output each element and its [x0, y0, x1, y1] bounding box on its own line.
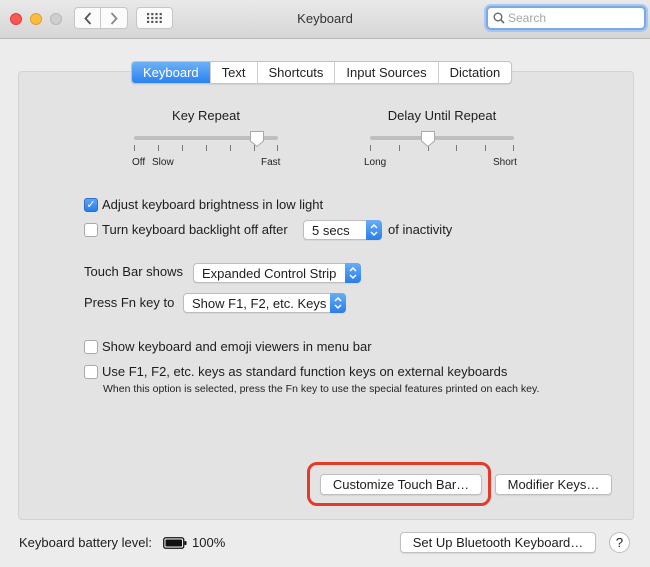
press-fn-label: Press Fn key to	[84, 295, 175, 310]
backlight-timeout-value: 5 secs	[312, 223, 350, 238]
inactivity-label: of inactivity	[388, 222, 453, 237]
zoom-window-button[interactable]	[50, 13, 62, 25]
grid-icon	[147, 13, 162, 23]
checkmark-icon: ✓	[86, 199, 96, 211]
key-repeat-fast-label: Fast	[261, 157, 281, 168]
stepper-arrows-icon	[366, 220, 382, 240]
fn-keys-note: When this option is selected, press the …	[103, 383, 540, 395]
touch-bar-shows-popup[interactable]: Expanded Control Strip	[193, 263, 361, 283]
key-repeat-slider[interactable]	[134, 130, 278, 160]
adjust-brightness-label: Adjust keyboard brightness in low light	[102, 197, 324, 212]
backlight-off-label: Turn keyboard backlight off after	[102, 222, 288, 237]
stepper-arrows-icon	[345, 263, 361, 283]
bluetooth-keyboard-button[interactable]: Set Up Bluetooth Keyboard…	[400, 532, 596, 553]
delay-long-label: Long	[364, 157, 387, 168]
chevron-left-icon	[83, 11, 91, 25]
customize-touch-bar-button[interactable]: Customize Touch Bar…	[320, 474, 482, 495]
key-repeat-off-label: Off	[132, 157, 146, 168]
title-bar: Keyboard	[0, 0, 650, 39]
fn-keys-checkbox[interactable]	[84, 365, 98, 379]
delay-until-repeat-title: Delay Until Repeat	[387, 108, 497, 123]
fn-keys-label: Use F1, F2, etc. keys as standard functi…	[102, 364, 508, 379]
forward-button[interactable]	[100, 7, 128, 29]
stepper-arrows-icon	[330, 293, 346, 313]
battery-level-label: Keyboard battery level:	[19, 535, 152, 550]
delay-until-repeat-track	[370, 136, 514, 140]
backlight-off-checkbox[interactable]	[84, 223, 98, 237]
minimize-window-button[interactable]	[30, 13, 42, 25]
battery-icon	[163, 537, 187, 552]
tab-dictation[interactable]: Dictation	[439, 62, 512, 83]
search-icon	[493, 12, 505, 24]
adjust-brightness-checkbox[interactable]: ✓	[84, 198, 98, 212]
press-fn-value: Show F1, F2, etc. Keys	[192, 296, 327, 311]
tab-shortcuts[interactable]: Shortcuts	[258, 62, 336, 83]
tab-input-sources[interactable]: Input Sources	[335, 62, 439, 83]
help-button[interactable]: ?	[609, 532, 630, 553]
touch-bar-shows-label: Touch Bar shows	[84, 264, 183, 279]
battery-percent: 100%	[192, 535, 226, 550]
key-repeat-thumb[interactable]	[249, 130, 265, 148]
delay-until-repeat-thumb[interactable]	[420, 130, 436, 148]
show-viewers-label: Show keyboard and emoji viewers in menu …	[102, 339, 372, 354]
search-input[interactable]	[508, 10, 638, 26]
press-fn-popup[interactable]: Show F1, F2, etc. Keys	[183, 293, 346, 313]
chevron-right-icon	[110, 11, 118, 25]
delay-short-label: Short	[493, 157, 517, 168]
tab-text[interactable]: Text	[211, 62, 258, 83]
show-all-button[interactable]	[136, 7, 173, 29]
key-repeat-title: Key Repeat	[172, 108, 240, 123]
show-viewers-checkbox[interactable]	[84, 340, 98, 354]
tab-bar: Keyboard Text Shortcuts Input Sources Di…	[131, 61, 513, 84]
close-window-button[interactable]	[10, 13, 22, 25]
key-repeat-slow-label: Slow	[152, 157, 174, 168]
back-button[interactable]	[74, 7, 101, 29]
search-field[interactable]	[486, 6, 646, 30]
backlight-timeout-popup[interactable]: 5 secs	[303, 220, 382, 240]
touch-bar-shows-value: Expanded Control Strip	[202, 266, 337, 281]
delay-until-repeat-slider[interactable]	[370, 130, 514, 160]
modifier-keys-button[interactable]: Modifier Keys…	[495, 474, 612, 495]
tab-keyboard[interactable]: Keyboard	[132, 62, 211, 83]
